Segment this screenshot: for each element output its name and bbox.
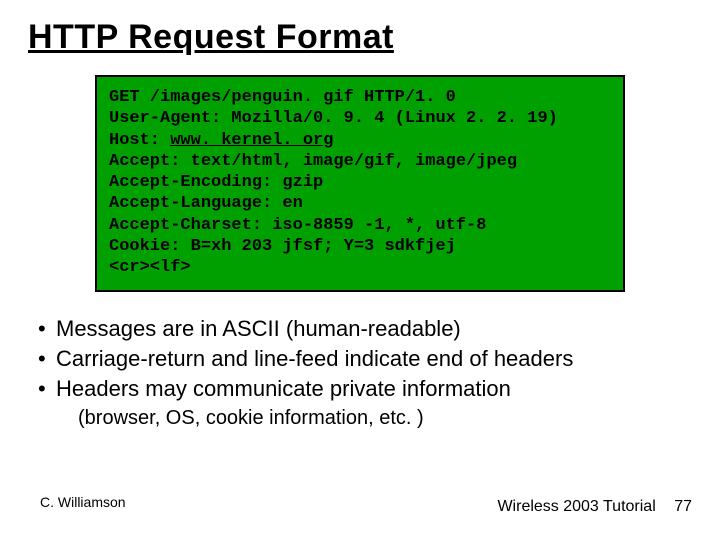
bullet-3-subnote: (browser, OS, cookie information, etc. ) (78, 405, 692, 432)
code-line-1: GET /images/penguin. gif HTTP/1. 0 (109, 88, 456, 107)
footer-author: C. Williamson (40, 494, 126, 510)
code-block: GET /images/penguin. gif HTTP/1. 0 User-… (109, 87, 611, 278)
bullet-list: • Messages are in ASCII (human-readable)… (38, 314, 692, 432)
page-number: 77 (674, 498, 692, 516)
host-link[interactable]: www. kernel. org (170, 131, 333, 150)
bullet-2-text: Carriage-return and line-feed indicate e… (56, 344, 573, 374)
slide-title: HTTP Request Format (28, 18, 692, 57)
slide: HTTP Request Format GET /images/penguin.… (0, 0, 720, 540)
footer-venue: Wireless 2003 Tutorial (497, 498, 655, 515)
bullet-1: • Messages are in ASCII (human-readable) (38, 314, 692, 344)
bullet-dot-icon: • (38, 374, 56, 404)
bullet-3-text: Headers may communicate private informat… (56, 374, 511, 404)
code-line-4: Accept: text/html, image/gif, image/jpeg (109, 152, 517, 171)
bullet-1-text: Messages are in ASCII (human-readable) (56, 314, 461, 344)
bullet-3: • Headers may communicate private inform… (38, 374, 692, 404)
bullet-2: • Carriage-return and line-feed indicate… (38, 344, 692, 374)
http-request-codebox: GET /images/penguin. gif HTTP/1. 0 User-… (95, 75, 625, 292)
footer-right: Wireless 2003 Tutorial 77 (497, 498, 692, 516)
code-line-5: Accept-Encoding: gzip (109, 173, 323, 192)
code-line-3-prefix: Host: (109, 131, 170, 150)
code-line-6: Accept-Language: en (109, 194, 303, 213)
bullet-dot-icon: • (38, 344, 56, 374)
bullet-dot-icon: • (38, 314, 56, 344)
code-line-9: <cr><lf> (109, 258, 191, 277)
code-line-8: Cookie: B=xh 203 jfsf; Y=3 sdkfjej (109, 237, 456, 256)
code-line-7: Accept-Charset: iso-8859 -1, *, utf-8 (109, 216, 486, 235)
code-line-2: User-Agent: Mozilla/0. 9. 4 (Linux 2. 2.… (109, 109, 558, 128)
